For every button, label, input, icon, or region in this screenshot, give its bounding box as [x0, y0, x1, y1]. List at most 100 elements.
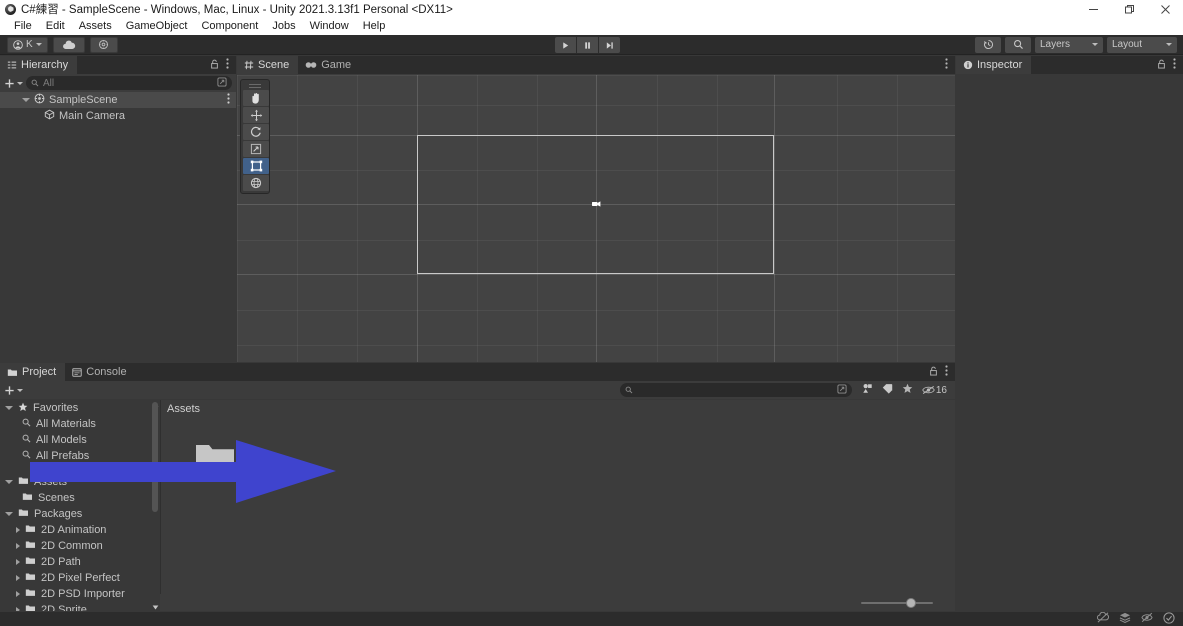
project-tree-item-2d-sprite[interactable]: 2D Sprite: [0, 602, 160, 611]
layers-dropdown[interactable]: Layers: [1035, 37, 1103, 53]
project-tree-label: All Prefabs: [36, 450, 89, 462]
rotate-tool-button[interactable]: [243, 124, 269, 140]
hierarchy-search-input[interactable]: All: [26, 76, 232, 90]
scene-menu-icon[interactable]: [945, 58, 948, 72]
hand-tool-button[interactable]: [243, 90, 269, 106]
project-panel: Project Console: [0, 363, 955, 611]
slider-knob[interactable]: [906, 598, 916, 608]
hierarchy-scene-menu-icon[interactable]: [227, 93, 236, 107]
project-tree-item-2d-psd-importer[interactable]: 2D PSD Importer: [0, 586, 160, 602]
settings-button[interactable]: [90, 37, 118, 53]
project-tree-item-2d-animation[interactable]: 2D Animation: [0, 522, 160, 538]
play-button[interactable]: [555, 37, 576, 53]
chevron-right-icon[interactable]: [16, 527, 20, 533]
chevron-right-icon[interactable]: [16, 591, 20, 597]
project-footer: [160, 594, 955, 611]
mute-icon[interactable]: [1141, 612, 1153, 626]
project-tree-item-all-models[interactable]: All Models: [0, 432, 160, 448]
toolbar-search-button[interactable]: [1005, 37, 1031, 53]
project-tree-label: All Materials: [36, 418, 96, 430]
scale-tool-button[interactable]: [243, 141, 269, 157]
scene-viewport[interactable]: [237, 75, 955, 362]
tree-scroll-down-arrow[interactable]: [151, 603, 159, 611]
chevron-down-icon[interactable]: [5, 512, 13, 516]
chevron-down-icon[interactable]: [5, 406, 13, 410]
chevron-down-icon[interactable]: [22, 98, 30, 102]
project-tree-scrollbar[interactable]: [152, 402, 158, 512]
project-search-input[interactable]: [620, 383, 852, 397]
minimize-button[interactable]: [1075, 0, 1111, 18]
breadcrumb[interactable]: Assets: [161, 400, 955, 417]
asset-zoom-slider[interactable]: [861, 597, 933, 609]
scene-tool-palette: [240, 79, 270, 194]
menu-edit[interactable]: Edit: [39, 18, 72, 35]
project-add-button[interactable]: [4, 385, 23, 396]
step-button[interactable]: [599, 37, 620, 53]
hierarchy-search-mode-icon[interactable]: [217, 77, 227, 90]
layout-dropdown[interactable]: Layout: [1107, 37, 1177, 53]
move-tool-button[interactable]: [243, 107, 269, 123]
filter-label-icon[interactable]: [882, 384, 893, 397]
folder-icon: [25, 524, 36, 536]
tab-hierarchy[interactable]: Hierarchy: [0, 56, 77, 74]
project-lock-icon[interactable]: [929, 366, 938, 379]
menu-window[interactable]: Window: [303, 18, 356, 35]
project-tree-item-packages[interactable]: Packages: [0, 506, 160, 522]
tab-console[interactable]: Console: [65, 363, 135, 381]
check-icon[interactable]: [1163, 612, 1175, 626]
project-tree-item-scenes[interactable]: Scenes: [0, 490, 160, 506]
project-search-mode-icon[interactable]: [837, 384, 847, 397]
close-button[interactable]: [1147, 0, 1183, 18]
hierarchy-add-button[interactable]: [4, 78, 23, 89]
project-tree-item-favorites[interactable]: Favorites: [0, 400, 160, 416]
collab-icon[interactable]: [1097, 612, 1109, 626]
hierarchy-item-samplescene[interactable]: SampleScene: [0, 92, 236, 108]
cloud-button[interactable]: [53, 37, 85, 53]
hierarchy-lock-icon[interactable]: [210, 59, 219, 72]
project-tree-item-all-prefabs[interactable]: All Prefabs: [0, 448, 160, 464]
filter-type-icon[interactable]: [862, 383, 873, 397]
tab-game[interactable]: Game: [298, 56, 360, 74]
chevron-right-icon[interactable]: [16, 607, 20, 611]
project-tree-item-2d-pixel-perfect[interactable]: 2D Pixel Perfect: [0, 570, 160, 586]
project-asset-grid[interactable]: Assets: [160, 400, 955, 611]
menu-jobs[interactable]: Jobs: [265, 18, 302, 35]
history-button[interactable]: [975, 37, 1001, 53]
transform-tool-button[interactable]: [243, 175, 269, 191]
inspector-menu-icon[interactable]: [1173, 58, 1176, 72]
project-menu-icon[interactable]: [945, 365, 948, 379]
asset-tile-folder[interactable]: [183, 440, 247, 477]
hierarchy-item-main-camera[interactable]: Main Camera: [0, 108, 236, 124]
status-bar: [0, 612, 1183, 626]
inspector-lock-icon[interactable]: [1157, 59, 1166, 72]
project-tree-item-2d-common[interactable]: 2D Common: [0, 538, 160, 554]
project-tree-item-2d-path[interactable]: 2D Path: [0, 554, 160, 570]
menu-file[interactable]: File: [7, 18, 39, 35]
project-tree: Favorites All Materials All Models: [0, 400, 160, 611]
hidden-count-badge[interactable]: 16: [922, 385, 947, 396]
pause-button[interactable]: [577, 37, 598, 53]
menu-component[interactable]: Component: [194, 18, 265, 35]
tab-inspector[interactable]: Inspector: [956, 56, 1031, 74]
chevron-right-icon[interactable]: [16, 543, 20, 549]
playback-controls: [555, 37, 620, 53]
chevron-right-icon[interactable]: [16, 575, 20, 581]
tab-scene[interactable]: Scene: [237, 56, 298, 74]
chevron-down-icon[interactable]: [5, 480, 13, 484]
filter-favorite-icon[interactable]: [902, 383, 913, 397]
menu-help[interactable]: Help: [356, 18, 393, 35]
menu-assets[interactable]: Assets: [72, 18, 119, 35]
tab-game-label: Game: [321, 59, 351, 71]
tab-project[interactable]: Project: [0, 363, 65, 381]
restore-button[interactable]: [1111, 0, 1147, 18]
chevron-right-icon[interactable]: [16, 559, 20, 565]
palette-drag-handle[interactable]: [243, 82, 267, 89]
project-tree-item-all-materials[interactable]: All Materials: [0, 416, 160, 432]
main-camera-gizmo[interactable]: [592, 199, 601, 207]
project-tree-item-assets[interactable]: Assets: [0, 474, 160, 490]
menu-gameobject[interactable]: GameObject: [119, 18, 195, 35]
hierarchy-menu-icon[interactable]: [226, 58, 229, 72]
account-dropdown[interactable]: K: [7, 37, 48, 53]
rect-tool-button[interactable]: [243, 158, 269, 174]
layers-icon[interactable]: [1119, 612, 1131, 626]
